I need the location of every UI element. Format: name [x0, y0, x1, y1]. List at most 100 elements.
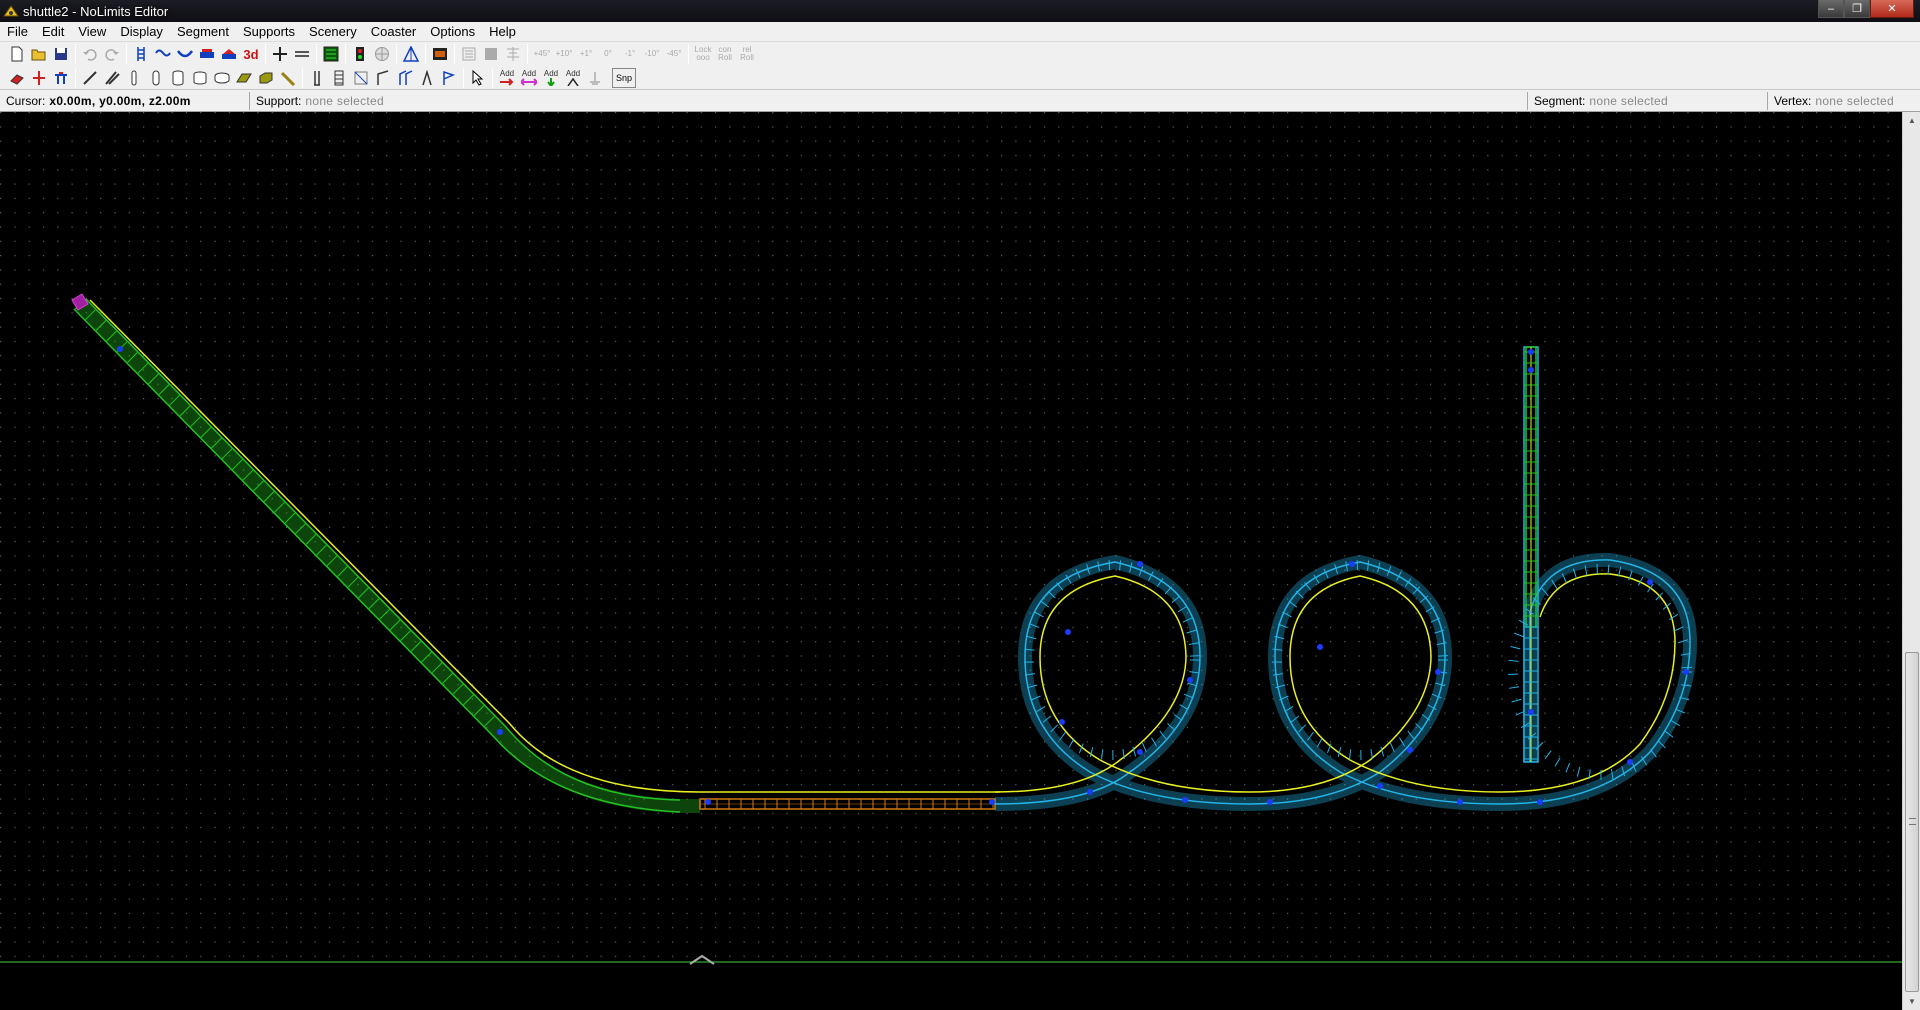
track-vertex[interactable]	[1537, 799, 1543, 805]
add-support-red-button[interactable]: Add	[496, 67, 518, 89]
plate-button[interactable]	[233, 67, 255, 89]
shade-button[interactable]	[480, 43, 502, 65]
editor-viewport[interactable]	[0, 112, 1902, 1010]
track-vertex[interactable]	[1267, 799, 1273, 805]
track-vertex[interactable]	[1059, 719, 1065, 725]
track-vertex[interactable]	[1647, 579, 1653, 585]
flag-button[interactable]	[438, 67, 460, 89]
station-button[interactable]	[218, 43, 240, 65]
vertical-scrollbar[interactable]: ▲ ▼	[1902, 112, 1920, 1010]
cylinder-button[interactable]	[167, 67, 189, 89]
scroll-up-button[interactable]: ▲	[1903, 112, 1920, 129]
track-vertex[interactable]	[1182, 797, 1188, 803]
close-button[interactable]: ✕	[1870, 0, 1914, 18]
menu-options[interactable]: Options	[423, 24, 482, 39]
menu-segment[interactable]: Segment	[170, 24, 236, 39]
insert-button[interactable]	[269, 43, 291, 65]
scroll-thumb[interactable]	[1905, 652, 1919, 992]
ruler-button[interactable]	[277, 67, 299, 89]
wide-cylinder-button[interactable]	[189, 67, 211, 89]
rel-roll-button[interactable]: rel Roll	[736, 43, 758, 65]
curve-button[interactable]	[152, 43, 174, 65]
pillar-thin-button[interactable]	[123, 67, 145, 89]
pyramid-button[interactable]	[400, 43, 422, 65]
minimize-button[interactable]: –	[1818, 0, 1844, 18]
connector-button[interactable]	[50, 67, 72, 89]
grid-view-button[interactable]	[458, 43, 480, 65]
menu-display[interactable]: Display	[113, 24, 170, 39]
track-vertex[interactable]	[705, 799, 711, 805]
block-button[interactable]	[255, 67, 277, 89]
track-vertex[interactable]	[1528, 367, 1534, 373]
con-roll-button[interactable]: con Roll	[714, 43, 736, 65]
roll-zero-button[interactable]: 0°	[597, 43, 619, 65]
undo-button[interactable]	[79, 43, 101, 65]
footer-button[interactable]	[211, 67, 233, 89]
eraser-button[interactable]	[6, 67, 28, 89]
pillar-button[interactable]	[145, 67, 167, 89]
menu-scenery[interactable]: Scenery	[302, 24, 364, 39]
track-vertex[interactable]	[1349, 561, 1355, 567]
track-vertex[interactable]	[1627, 759, 1633, 765]
beam-button[interactable]	[79, 67, 101, 89]
lock-roll-button[interactable]: Lock ooo	[692, 43, 714, 65]
track-vertex[interactable]	[1457, 799, 1463, 805]
menu-help[interactable]: Help	[482, 24, 523, 39]
save-button[interactable]	[50, 43, 72, 65]
track-vertex[interactable]	[1317, 644, 1323, 650]
double-beam-button[interactable]	[101, 67, 123, 89]
train-button[interactable]	[196, 43, 218, 65]
track-vertex[interactable]	[1407, 747, 1413, 753]
track-vertex[interactable]	[1187, 677, 1193, 683]
redo-button[interactable]	[101, 43, 123, 65]
menu-edit[interactable]: Edit	[35, 24, 71, 39]
traffic-light-button[interactable]	[349, 43, 371, 65]
track-vertex[interactable]	[1137, 749, 1143, 755]
menu-coaster[interactable]: Coaster	[364, 24, 424, 39]
track-vertex[interactable]	[1065, 629, 1071, 635]
maximize-button[interactable]: ❐	[1844, 0, 1870, 18]
roll-minus45-button[interactable]: -45°	[663, 43, 685, 65]
open-file-button[interactable]	[28, 43, 50, 65]
track-canvas[interactable]	[0, 112, 1902, 1010]
dip-button[interactable]	[174, 43, 196, 65]
track-vertex[interactable]	[1137, 561, 1143, 567]
film-button[interactable]	[429, 43, 451, 65]
track-vertex[interactable]	[989, 799, 995, 805]
snap-button[interactable]: Snp	[612, 67, 636, 88]
track-vertex[interactable]	[1683, 669, 1689, 675]
track-vertex[interactable]	[1435, 669, 1441, 675]
frame-button[interactable]	[350, 67, 372, 89]
menu-view[interactable]: View	[71, 24, 113, 39]
brace-button[interactable]	[372, 67, 394, 89]
double-brace-button[interactable]	[394, 67, 416, 89]
a-frame-button[interactable]	[416, 67, 438, 89]
select-tool-button[interactable]	[467, 67, 489, 89]
roll-plus45-button[interactable]: +45°	[531, 43, 553, 65]
ground-button[interactable]	[584, 67, 606, 89]
new-file-button[interactable]	[6, 43, 28, 65]
roll-minus1-button[interactable]: -1°	[619, 43, 641, 65]
align-button[interactable]	[502, 43, 524, 65]
add-support-green-button[interactable]: Add	[540, 67, 562, 89]
lattice-button[interactable]	[328, 67, 350, 89]
track-vertex[interactable]	[497, 729, 503, 735]
track-view-button[interactable]	[130, 43, 152, 65]
roll-plus10-button[interactable]: +10°	[553, 43, 575, 65]
roll-plus1-button[interactable]: +1°	[575, 43, 597, 65]
track-vertex[interactable]	[1528, 709, 1534, 715]
split-button[interactable]	[28, 67, 50, 89]
tower-button[interactable]	[306, 67, 328, 89]
view-3d-button[interactable]: 3d	[240, 43, 262, 65]
roll-minus10-button[interactable]: -10°	[641, 43, 663, 65]
menu-supports[interactable]: Supports	[236, 24, 302, 39]
add-support-pink-button[interactable]: Add	[518, 67, 540, 89]
menu-file[interactable]: File	[0, 24, 35, 39]
scroll-down-button[interactable]: ▼	[1903, 993, 1920, 1010]
track-vertex[interactable]	[1528, 349, 1534, 355]
track-vertex[interactable]	[117, 346, 123, 352]
add-support-bent-button[interactable]: Add	[562, 67, 584, 89]
terrain-button[interactable]	[320, 43, 342, 65]
track-vertex[interactable]	[1087, 789, 1093, 795]
straight-button[interactable]	[291, 43, 313, 65]
